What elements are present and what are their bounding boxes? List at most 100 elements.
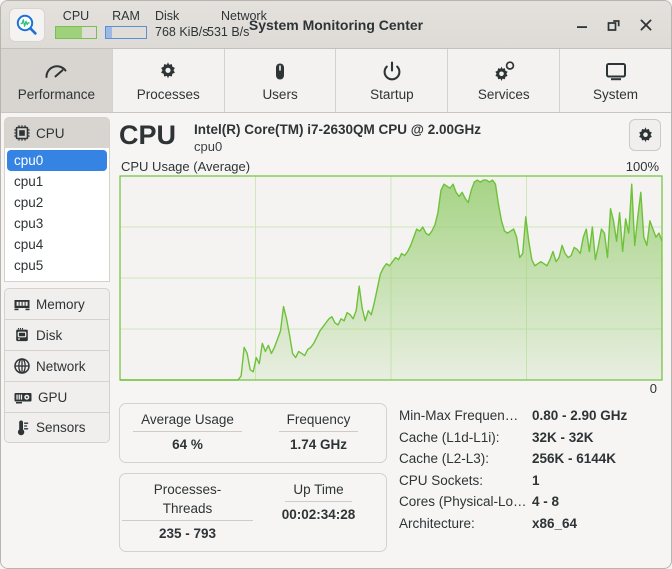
spec-value: x86_64 [532,515,578,531]
minimize-icon [577,25,587,28]
cpu-usage-chart[interactable] [119,175,663,381]
chip-icon [14,125,30,141]
network-mini-label: Network [221,8,267,23]
summary-card-key: Average Usage [133,410,242,432]
chart-ymin-label: 0 [649,381,657,396]
summary-card-cell: Up Time 00:02:34:28 [253,480,384,544]
summary-cards: Average Usage 64 % Frequency 1.74 GHz Proces… [119,403,387,552]
sidebar-item-cpu-label: CPU [36,125,65,141]
chart-caption: CPU Usage (Average) 100% [119,159,661,175]
window-controls [573,16,665,34]
restore-icon [607,19,620,31]
cpu-mini-bar [55,25,97,39]
title-bar: CPU RAM Disk Network 768 KiB/s 531 B/s S… [1,1,671,49]
spec-row: CPU Sockets: 1 [399,470,661,492]
summary-card-value: 1.74 GHz [289,437,348,452]
gear-icon [638,126,652,142]
hard-drive-icon [16,328,28,342]
thermometer-icon [17,420,29,435]
tab-startup-label: Startup [370,86,414,102]
tab-processes[interactable]: Processes [112,49,225,112]
cpu-list-item[interactable]: cpu4 [7,234,107,255]
cpu-header: CPU Intel(R) Core(TM) i7-2630QM CPU @ 2.… [119,119,661,155]
summary-card-cell: Average Usage 64 % [122,410,253,455]
close-button[interactable] [637,16,655,34]
spec-row: Cache (L1d-L1i): 32K - 32K [399,427,661,449]
spec-value: 32K - 32K [532,429,594,445]
body: CPU cpu0cpu1cpu2cpu3cpu4cpu5 Memory [1,113,671,568]
sidebar-item-gpu[interactable]: GPU [4,381,110,412]
tab-system[interactable]: System [560,49,671,112]
main-panel: CPU Intel(R) Core(TM) i7-2630QM CPU @ 2.… [113,113,671,568]
spec-key: Min-Max Frequen… [399,408,519,423]
cpu-mini-bar-fill [56,26,82,38]
cpu-usage-chart-svg [119,175,663,381]
mini-meters: CPU RAM Disk Network 768 KiB/s 531 B/s [55,9,271,41]
gears-icon [491,60,517,84]
cpu-list-item[interactable]: cpu5 [7,255,107,276]
cpu-mini-label: CPU [62,8,90,23]
spec-value: 4 - 8 [532,494,560,509]
spec-key: Cache (L1d-L1i): [399,429,500,445]
tab-performance[interactable]: Performance [1,49,113,112]
tab-performance-label: Performance [17,86,96,102]
cpu-core-list[interactable]: cpu0 cpu1 cpu2 cpu3 cpu4 cpu5 [4,148,110,282]
spec-key: Architecture: [399,515,475,531]
tab-users[interactable]: Users [224,49,337,112]
cpu-list-item[interactable]: cpu2 [7,192,107,213]
summary-card-key: Frequency [278,410,359,432]
spec-key: Cores (Physical-Lo… [399,494,527,509]
sidebar-item-network[interactable]: Network [4,350,110,381]
speedometer-icon [43,60,69,84]
disk-mini-label: Disk [155,8,180,23]
cpu-list-item[interactable]: cpu0 [7,150,107,171]
cpu-spec-list: Min-Max Frequen… 0.80 - 2.90 GHz Cache (L1… [399,403,661,552]
chart-ymax-label: 100% [625,159,659,174]
ram-mini-bar-fill [106,26,112,38]
summary-card-value: 64 % [172,437,203,452]
minimize-button[interactable] [573,16,591,34]
summary-card-value: 00:02:34:28 [281,507,356,522]
spec-value: 1 [532,472,540,488]
app-icon [9,7,45,42]
tab-startup[interactable]: Startup [336,49,449,112]
sidebar-item-disk[interactable]: Disk [4,319,110,350]
magnifier-waveform-icon [16,14,37,35]
sidebar-device-group: Memory Disk Network GPU Sensors [4,288,110,443]
main-tabs: Performance Processes Users Startup Serv… [1,49,671,113]
tab-system-label: System [593,86,639,102]
power-icon [380,60,404,84]
monitor-icon [603,60,629,84]
cpu-model-block: Intel(R) Core(TM) i7-2630QM CPU @ 2.00GH… [194,119,629,155]
ram-mini-label: RAM [112,8,140,23]
summary-card-cell: Processes-Threads 235 - 793 [122,480,253,544]
summary-card-key: Processes-Threads [122,480,253,521]
summary-card-cell: Frequency 1.74 GHz [253,410,384,455]
ram-mini-bar [105,25,147,39]
maximize-button[interactable] [605,16,623,34]
network-rate-value: 531 B/s [207,24,250,39]
tab-processes-label: Processes [136,86,200,102]
cpu-mini-meter: CPU [55,9,97,39]
sidebar-item-cpu[interactable]: CPU [4,117,110,148]
chart-title: CPU Usage (Average) [121,159,251,174]
tab-services[interactable]: Services [448,49,561,112]
spec-row: Cores (Physical-Lo… 4 - 8 [399,491,661,513]
spec-key: Cache (L2-L3): [399,451,490,466]
cpu-model-name: Intel(R) Core(TM) i7-2630QM CPU @ 2.00GH… [194,122,481,137]
sidebar-item-memory[interactable]: Memory [4,288,110,319]
sidebar-item-memory-label: Memory [36,296,85,312]
spec-row: Cache (L2-L3): 256K - 6144K [399,448,661,470]
mouse-icon [268,60,292,84]
cpu-list-item[interactable]: cpu3 [7,213,107,234]
io-rate-labels: Disk Network [155,9,271,24]
sidebar-item-sensors[interactable]: Sensors [4,412,110,443]
ram-mini-meter: RAM [105,9,147,39]
settings-button[interactable] [629,119,661,151]
close-icon [640,19,652,30]
cpu-list-item[interactable]: cpu1 [7,171,107,192]
summary-card: Average Usage 64 % Frequency 1.74 GHz [119,403,387,463]
app-window: CPU RAM Disk Network 768 KiB/s 531 B/s S… [0,0,672,569]
spec-row: Architecture: x86_64 [399,513,661,535]
summary-card-key: Up Time [285,480,352,502]
